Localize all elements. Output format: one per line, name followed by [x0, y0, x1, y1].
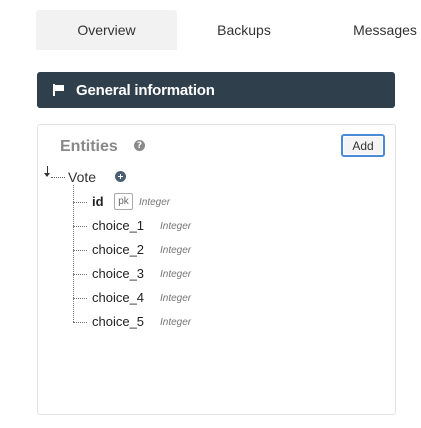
tree-connector	[73, 250, 87, 251]
tab-bar: Overview Backups Messages	[0, 10, 421, 50]
field-type: Integer	[139, 197, 171, 208]
field-name: choice_2	[92, 242, 145, 257]
field-name: choice_3	[92, 266, 145, 281]
tab-overview[interactable]: Overview	[36, 10, 177, 50]
flag-icon	[53, 84, 65, 96]
field-type: Integer	[160, 245, 192, 256]
general-information-bar[interactable]: General information	[37, 72, 395, 108]
field-name: choice_4	[92, 290, 145, 305]
field-type: Integer	[160, 269, 192, 280]
field-type: Integer	[160, 293, 192, 304]
tab-messages[interactable]: Messages	[338, 10, 421, 50]
field-name: id	[92, 194, 104, 209]
entity-vote[interactable]: Vote	[68, 169, 96, 185]
tab-backups[interactable]: Backups	[176, 10, 312, 50]
pk-badge: pk	[114, 193, 133, 210]
field-type: Integer	[160, 221, 192, 232]
entities-panel: Entities ? Add Vote id pk Integer choice…	[37, 124, 396, 415]
field-name: choice_1	[92, 218, 145, 233]
entity-tree: Vote id pk Integer choice_1 Integer choi…	[38, 125, 395, 414]
tree-connector	[73, 226, 87, 227]
general-information-title: General information	[76, 81, 215, 99]
tree-connector	[73, 202, 87, 203]
tree-connector	[73, 322, 87, 323]
plus-circle-icon[interactable]	[115, 171, 126, 182]
tree-connector	[73, 185, 74, 322]
field-name: choice_5	[92, 314, 145, 329]
tree-connector	[51, 177, 65, 178]
field-type: Integer	[160, 317, 192, 328]
tree-connector	[73, 274, 87, 275]
tree-connector	[73, 298, 87, 299]
